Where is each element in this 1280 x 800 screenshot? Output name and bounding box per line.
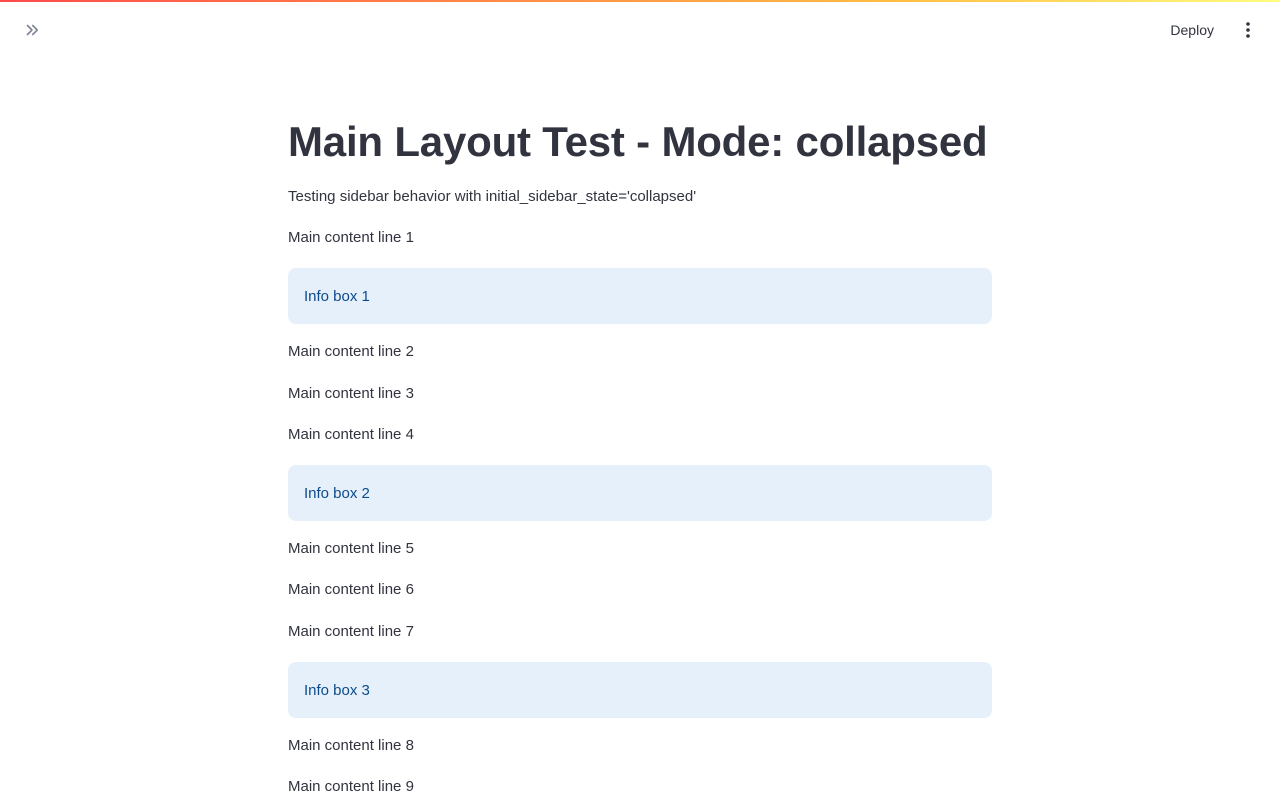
content-line: Main content line 2 [288, 343, 414, 360]
content-line: Main content line 4 [288, 426, 414, 443]
expand-sidebar-button[interactable] [18, 16, 46, 44]
info-box: Info box 3 [288, 662, 992, 718]
deploy-button-label: Deploy [1170, 22, 1214, 38]
content-line: Main content line 1 [288, 229, 414, 246]
content-line: Main content line 5 [288, 540, 414, 557]
deploy-button[interactable]: Deploy [1170, 16, 1214, 44]
more-vertical-icon [1246, 22, 1250, 38]
main-menu-button[interactable] [1236, 16, 1260, 44]
content-line: Main content line 7 [288, 623, 414, 640]
app-header: Deploy [0, 2, 1280, 58]
content-line: Main content line 6 [288, 581, 414, 598]
content-line: Main content line 3 [288, 385, 414, 402]
info-box-text: Info box 1 [304, 287, 370, 305]
info-box: Info box 2 [288, 465, 992, 521]
info-box: Info box 1 [288, 268, 992, 324]
page-title: Main Layout Test - Mode: collapsed [288, 118, 988, 165]
info-box-text: Info box 2 [304, 484, 370, 502]
subtitle-text: Testing sidebar behavior with initial_si… [288, 188, 697, 205]
content-line: Main content line 9 [288, 778, 414, 795]
content-line: Main content line 8 [288, 737, 414, 754]
chevrons-right-icon [26, 24, 39, 36]
info-box-text: Info box 3 [304, 681, 370, 699]
